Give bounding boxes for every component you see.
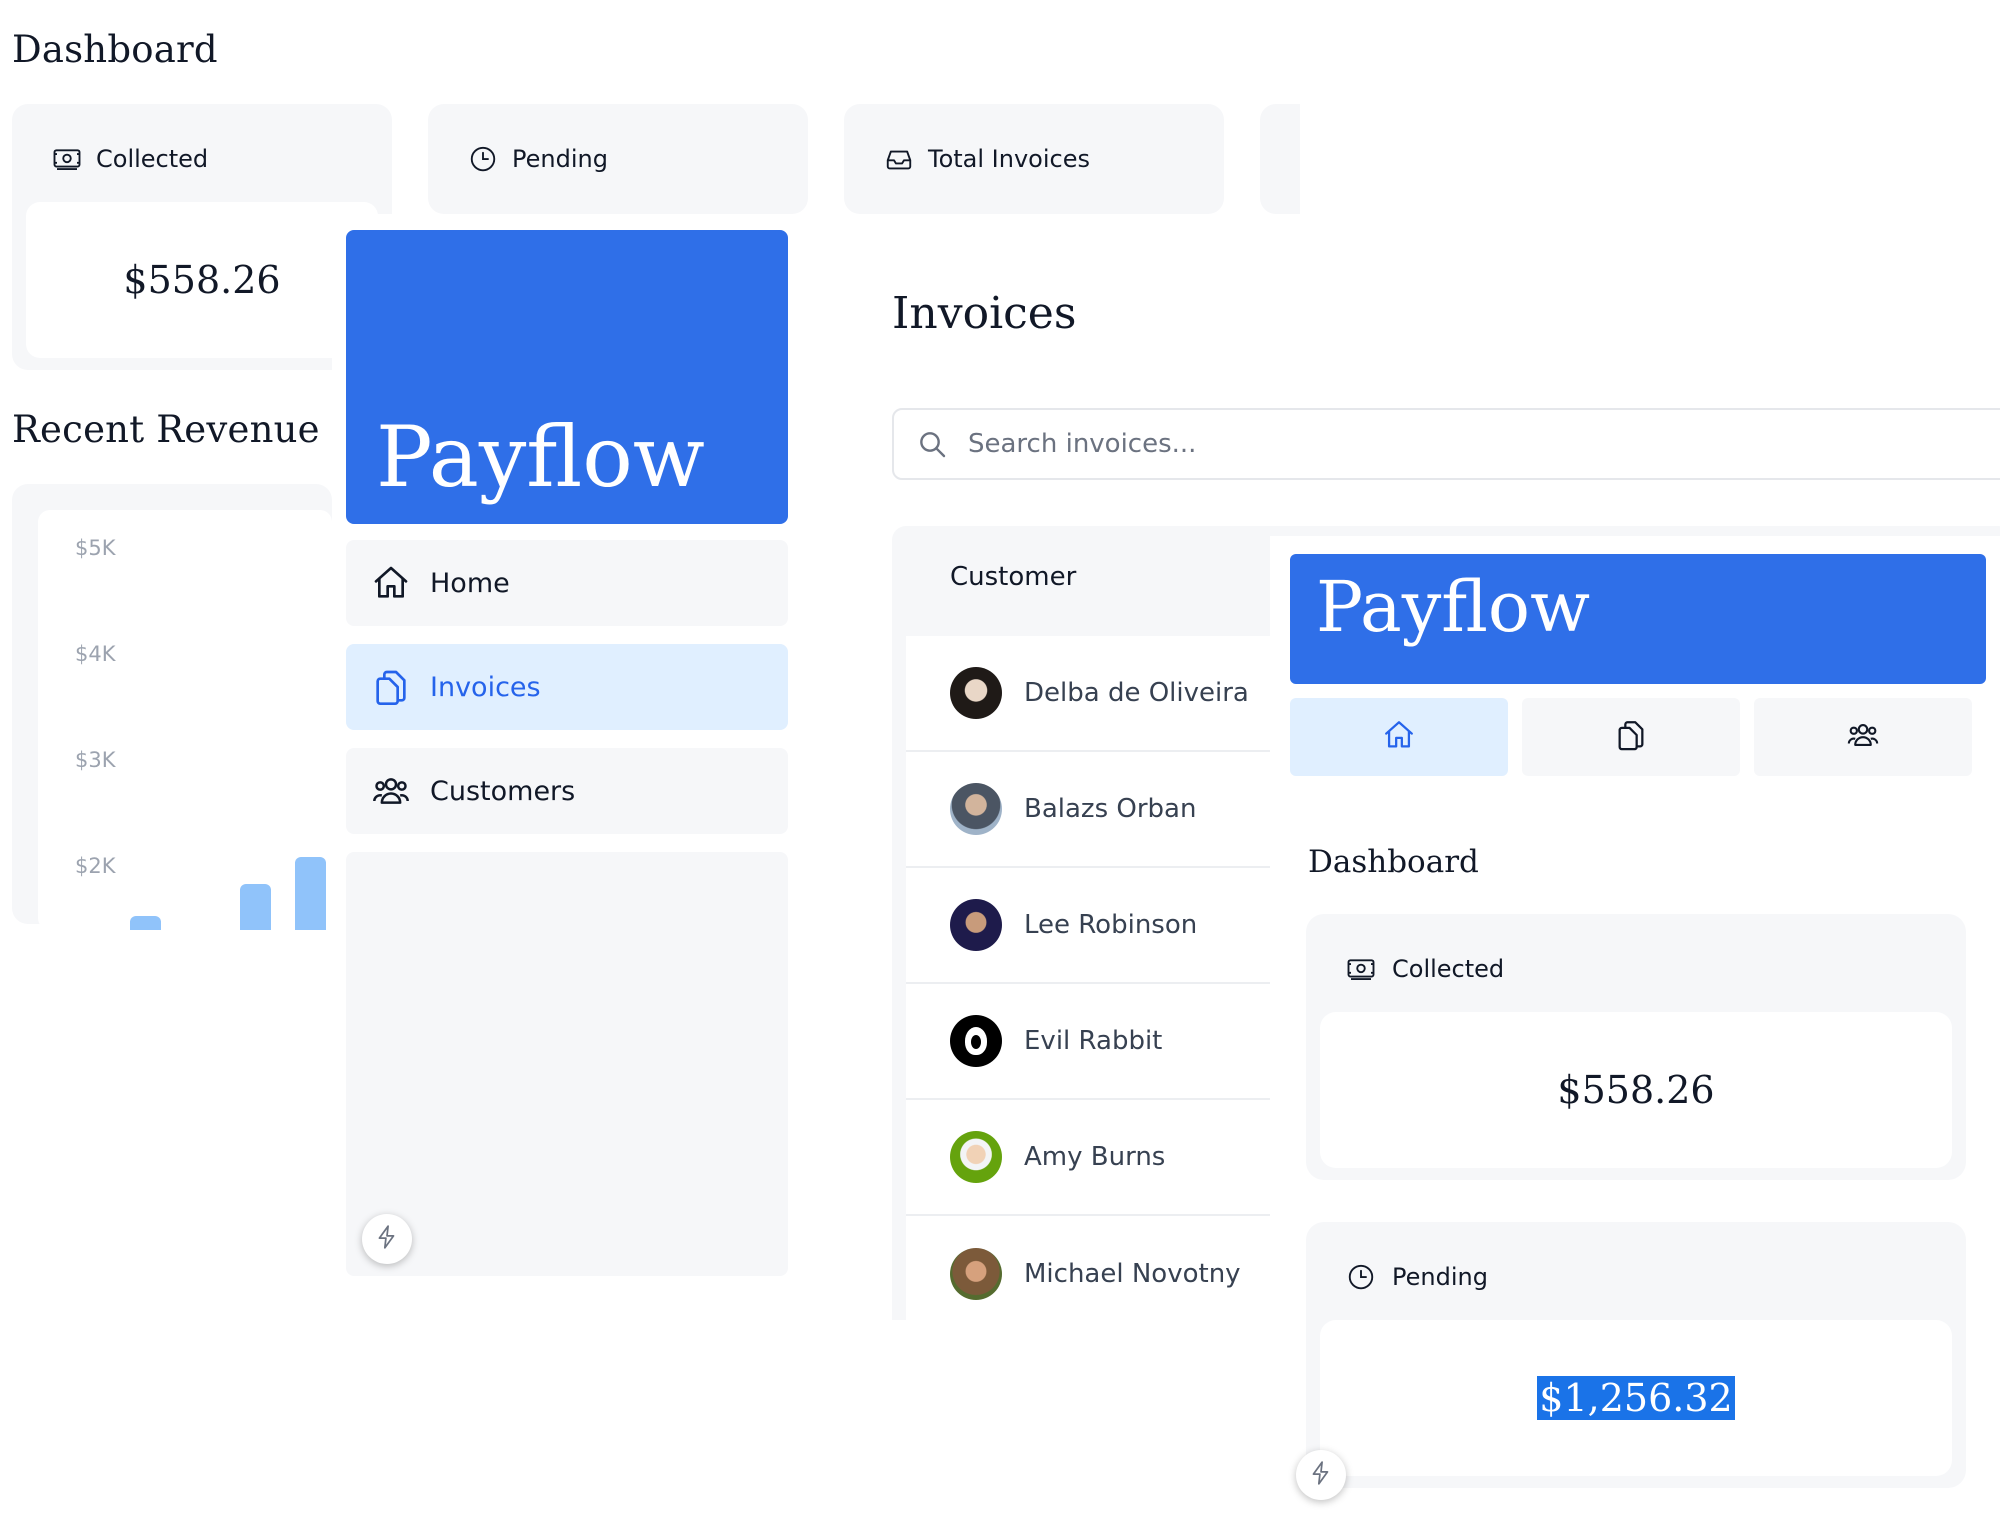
sidebar-panel: Payflow Home Invoices Customers (332, 214, 812, 1320)
banknote-icon (1346, 954, 1376, 984)
tab-home[interactable] (1290, 698, 1508, 776)
flash-button[interactable] (1296, 1450, 1346, 1500)
column-header-customer: Customer (950, 562, 1077, 592)
y-tick-label: $2K (75, 854, 116, 878)
customer-name: Balazs Orban (1024, 794, 1197, 824)
search-icon (894, 428, 948, 460)
customer-name: Evil Rabbit (1024, 1026, 1163, 1056)
sidebar-spacer (346, 852, 788, 1276)
card-header: Total Invoices (884, 144, 1090, 174)
document-duplicate-icon (1614, 718, 1648, 756)
customer-name: Lee Robinson (1024, 910, 1198, 940)
avatar (950, 783, 1002, 835)
mobile-brand-banner[interactable]: Payflow (1290, 554, 1986, 684)
card-value-box: $558.26 (1320, 1012, 1952, 1168)
inbox-icon (884, 144, 914, 174)
mobile-panel: Payflow Dashboard Collected $558.26 Pend… (1270, 536, 2000, 1520)
avatar (950, 1015, 1002, 1067)
revenue-bar (295, 857, 326, 930)
sidebar-item-invoices[interactable]: Invoices (346, 644, 788, 730)
revenue-chart: $5K $4K $3K $2K (12, 484, 332, 930)
sidebar-item-home[interactable]: Home (346, 540, 788, 626)
customer-name: Delba de Oliveira (1024, 678, 1249, 708)
y-tick-label: $4K (75, 642, 116, 666)
invoices-title: Invoices (892, 288, 1077, 339)
avatar (950, 1248, 1002, 1300)
y-tick-label: $5K (75, 536, 116, 560)
document-duplicate-icon (370, 666, 412, 708)
home-icon (1382, 718, 1416, 756)
customer-name: Amy Burns (1024, 1142, 1166, 1172)
page-title: Dashboard (12, 28, 218, 71)
card-label: Pending (1392, 1263, 1488, 1291)
card-header: Collected (52, 144, 208, 174)
card-label: Collected (1392, 955, 1505, 983)
brand-logo: Payflow (376, 408, 705, 506)
user-group-icon (370, 770, 412, 812)
home-icon (370, 562, 412, 604)
customers-card (1260, 104, 1300, 214)
clock-icon (1346, 1262, 1376, 1292)
bolt-icon (374, 1224, 400, 1254)
card-label: Pending (512, 145, 608, 173)
banknote-icon (52, 144, 82, 174)
revenue-title: Recent Revenue (12, 408, 320, 451)
tab-customers[interactable] (1754, 698, 1972, 776)
user-group-icon (1846, 718, 1880, 756)
y-tick-label: $3K (75, 748, 116, 772)
search-input[interactable] (966, 428, 1670, 460)
flash-button[interactable] (362, 1214, 412, 1264)
total-invoices-card: Total Invoices (844, 104, 1224, 214)
bolt-icon (1308, 1460, 1334, 1490)
card-header: Pending (468, 144, 608, 174)
sidebar-item-customers[interactable]: Customers (346, 748, 788, 834)
customer-name: Michael Novotny (1024, 1259, 1241, 1289)
brand-logo: Payflow (1316, 566, 1590, 648)
avatar (950, 899, 1002, 951)
avatar (950, 667, 1002, 719)
sidebar-item-label: Invoices (430, 671, 541, 703)
card-value-box: $558.26 (26, 202, 378, 358)
sidebar-item-label: Home (430, 567, 510, 599)
card-header: Pending (1346, 1262, 1488, 1292)
card-value-selected: $1,256.32 (1537, 1376, 1735, 1420)
revenue-bar (130, 916, 161, 930)
revenue-bar (240, 884, 271, 930)
card-value: $558.26 (1557, 1068, 1715, 1112)
mobile-page-title: Dashboard (1308, 844, 1479, 880)
card-value-box: $1,256.32 (1320, 1320, 1952, 1476)
card-value: $558.26 (123, 258, 281, 302)
avatar (950, 1131, 1002, 1183)
sidebar-item-label: Customers (430, 775, 576, 807)
clock-icon (468, 144, 498, 174)
chart-area: $5K $4K $3K $2K (38, 510, 332, 930)
collected-card: Collected $558.26 (1306, 914, 1966, 1180)
card-header: Collected (1346, 954, 1504, 984)
pending-card: Pending $1,256.32 (1306, 1222, 1966, 1488)
card-label: Collected (96, 145, 209, 173)
pending-card: Pending (428, 104, 808, 214)
search-box[interactable] (892, 408, 2000, 480)
card-label: Total Invoices (928, 145, 1090, 173)
tab-invoices[interactable] (1522, 698, 1740, 776)
brand-banner[interactable]: Payflow (346, 230, 788, 524)
